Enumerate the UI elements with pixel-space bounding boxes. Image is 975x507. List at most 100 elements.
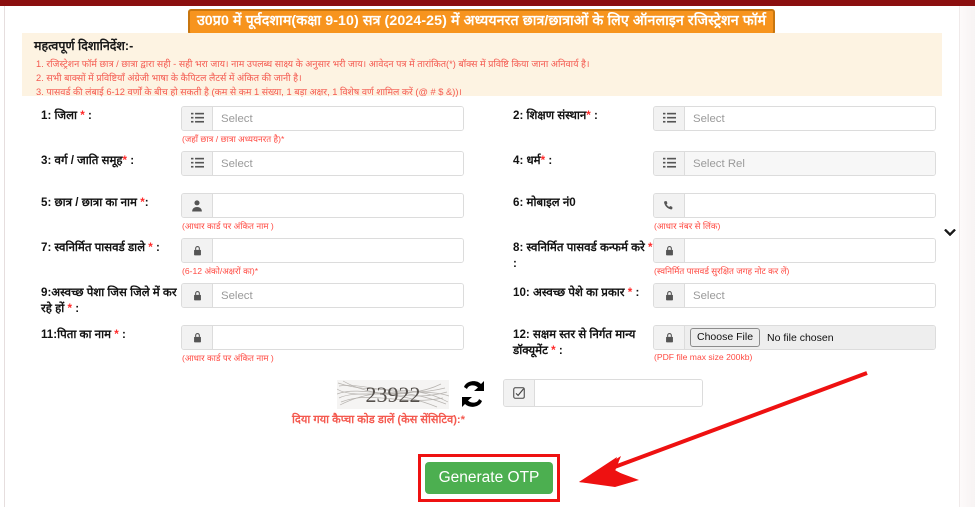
form-field-mobile-number: 6: मोबाइल नं0 (आधार नंबर से लिंक)	[478, 187, 950, 232]
label-student-name: 5: छात्र / छात्रा का नाम *:	[6, 193, 181, 211]
label-confirm-password-suffix: :	[513, 256, 517, 270]
label-unclean-occupation-type: 10: अस्वच्छ पेशे का प्रकार * :	[478, 283, 653, 301]
caste-group-select[interactable]: Select	[181, 151, 956, 237]
registration-form-page: उ0प्र0 में पूर्वदशाम(कक्षा 9-10) सत्र (2…	[0, 0, 975, 507]
refresh-icon[interactable]	[455, 376, 491, 412]
label-religion-text: 4: धर्म	[513, 154, 541, 167]
hint-spacer	[653, 308, 943, 319]
hint-document-upload: (PDF file max size 200kb)	[654, 352, 753, 362]
label-document-upload-text: 12: सक्षम स्तर से निर्गत मान्य डॉक्यूमें…	[513, 328, 636, 357]
control-religion: Select Rel	[653, 151, 956, 237]
form-field-district: 1: जिला * : Select (जहाँ छात्र / छात्रा …	[6, 100, 956, 237]
label-password-text: 7: स्वनिर्मित पासवर्ड डाले	[41, 241, 149, 254]
label-document-upload-suffix: :	[555, 343, 563, 357]
religion-select-value[interactable]: Select Rel	[685, 152, 935, 175]
label-confirm-password-text: 8: स्वनिर्मित पासवर्ड कन्फर्म करे	[513, 241, 648, 254]
hint-confirm-password: (स्वनिर्मित पासवर्ड सुरक्षित जगह नोट कर …	[654, 266, 790, 276]
page-title: उ0प्र0 में पूर्वदशाम(कक्षा 9-10) सत्र (2…	[187, 9, 776, 36]
label-father-name-suffix: :	[118, 328, 126, 341]
confirm-password-value[interactable]	[685, 239, 935, 262]
hint-student-name: (आधार कार्ड पर अंकित नाम )	[182, 221, 274, 231]
hint-spacer	[653, 131, 943, 142]
lock-icon	[182, 284, 213, 307]
unclean-occupation-type-select[interactable]: Select	[653, 224, 956, 308]
instruction-line-2: 2. सभी बाक्सों में प्रविष्टियाँ अंग्रेजी…	[36, 73, 302, 84]
form-field-father-name: 11:पिता का नाम * : (आधार कार्ड पर अंकित …	[6, 319, 478, 364]
control-caste-group: Select	[181, 151, 956, 237]
file-upload-area[interactable]: Choose File No file chosen	[685, 326, 935, 349]
form-field-caste-group: 3: वर्ग / जाति समूह* : Select	[6, 145, 956, 237]
label-unclean-occupation-district: 9:अस्वच्छ पेशा जिस जिले में कर रहे हों *…	[6, 283, 181, 316]
password-input[interactable]	[181, 238, 464, 263]
hint-spacer	[653, 176, 943, 187]
hint-spacer	[181, 308, 471, 319]
form-field-unclean-occupation-type: 10: अस्वच्छ पेशे का प्रकार * : Select	[478, 224, 956, 319]
control-document-upload: Choose File No file chosen (PDF file max…	[653, 325, 943, 362]
file-status-text: No file chosen	[767, 331, 834, 344]
control-district: Select (जहाँ छात्र / छात्रा अध्ययनरत है)…	[181, 106, 956, 237]
institution-select[interactable]: Select	[653, 106, 956, 237]
form-row: 7: स्वनिर्मित पासवर्ड डाले * : (6-12 अंक…	[6, 232, 950, 277]
unclean-occupation-district-value[interactable]: Select	[213, 284, 463, 307]
password-value[interactable]	[213, 239, 463, 262]
label-religion: 4: धर्म* :	[478, 151, 653, 169]
captcha-image: 23922	[337, 380, 449, 409]
district-select[interactable]: Select	[181, 106, 956, 237]
lock-icon	[182, 239, 213, 262]
generate-otp-button[interactable]: Generate OTP	[424, 462, 554, 494]
phone-icon	[654, 194, 685, 217]
instruction-line-1: 1. रजिस्ट्रेशन फॉर्म छात्र / छात्रा द्वा…	[36, 59, 590, 69]
label-district-text: 1: जिला	[41, 109, 81, 122]
mobile-number-value[interactable]	[685, 194, 935, 217]
captcha-input[interactable]	[503, 379, 703, 407]
label-district-suffix: :	[84, 109, 92, 122]
required-star: *	[647, 241, 653, 254]
form-field-religion: 4: धर्म* : Select Rel	[478, 145, 956, 237]
label-password: 7: स्वनिर्मित पासवर्ड डाले * :	[6, 238, 181, 256]
religion-select[interactable]: Select Rel	[653, 151, 956, 237]
label-institution: 2: शिक्षण संस्थान* :	[478, 106, 653, 124]
caste-group-select-value[interactable]: Select	[213, 152, 463, 175]
label-confirm-password: 8: स्वनिर्मित पासवर्ड कन्फर्म करे * :	[478, 238, 653, 271]
form-field-password: 7: स्वनिर्मित पासवर्ड डाले * : (6-12 अंक…	[6, 232, 478, 277]
label-caste-group-text: 3: वर्ग / जाति समूह	[41, 154, 123, 167]
confirm-password-input[interactable]	[653, 238, 936, 263]
form-row: 1: जिला * : Select (जहाँ छात्र / छात्रा …	[6, 100, 956, 237]
label-unclean-occupation-district-suffix: :	[72, 301, 80, 315]
choose-file-button[interactable]: Choose File	[690, 328, 761, 347]
form-row: 11:पिता का नाम * : (आधार कार्ड पर अंकित …	[6, 319, 950, 364]
student-name-input[interactable]	[181, 193, 464, 218]
list-icon	[654, 107, 685, 130]
captcha-label: दिया गया कैप्चा कोड डालें (केस सेंसिटिव)…	[292, 414, 466, 426]
form-row: 9:अस्वच्छ पेशा जिस जिले में कर रहे हों *…	[6, 224, 956, 319]
label-caste-group-suffix: :	[127, 154, 135, 167]
label-caste-group: 3: वर्ग / जाति समूह* :	[6, 151, 181, 169]
unclean-occupation-district-select[interactable]: Select	[181, 224, 956, 308]
generate-otp-highlight: Generate OTP	[418, 454, 560, 502]
hint-spacer	[181, 176, 471, 187]
hint-father-name: (आधार कार्ड पर अंकित नाम )	[182, 353, 274, 363]
instructions-heading: महत्वपूर्ण दिशानिर्देश:-	[34, 39, 134, 53]
control-password: (6-12 अंको/अक्षरों का)*	[181, 238, 471, 277]
form-row: 3: वर्ग / जाति समूह* : Select 4: धर्म* :	[6, 145, 956, 237]
label-student-name-suffix: :	[144, 196, 149, 209]
document-upload-input[interactable]: Choose File No file chosen	[653, 325, 936, 350]
student-name-value[interactable]	[213, 194, 463, 217]
form-field-student-name: 5: छात्र / छात्रा का नाम *: (आधार कार्ड …	[6, 187, 478, 232]
label-password-suffix: :	[152, 241, 160, 254]
list-icon	[182, 107, 213, 130]
captcha-input-value[interactable]	[535, 380, 702, 406]
list-icon	[182, 152, 213, 175]
control-unclean-occupation-district: Select	[181, 224, 956, 319]
district-select-value[interactable]: Select	[213, 107, 463, 130]
father-name-input[interactable]	[181, 325, 464, 350]
lock-icon	[654, 284, 685, 307]
institution-select-value[interactable]: Select	[685, 107, 935, 130]
label-district: 1: जिला * :	[6, 106, 181, 124]
unclean-occupation-type-value[interactable]: Select	[685, 284, 935, 307]
mobile-number-input[interactable]	[653, 193, 936, 218]
form-field-confirm-password: 8: स्वनिर्मित पासवर्ड कन्फर्म करे * : (स…	[478, 232, 950, 277]
label-father-name-text: 11:पिता का नाम	[41, 328, 115, 341]
label-document-upload: 12: सक्षम स्तर से निर्गत मान्य डॉक्यूमें…	[478, 325, 653, 358]
father-name-value[interactable]	[213, 326, 463, 349]
